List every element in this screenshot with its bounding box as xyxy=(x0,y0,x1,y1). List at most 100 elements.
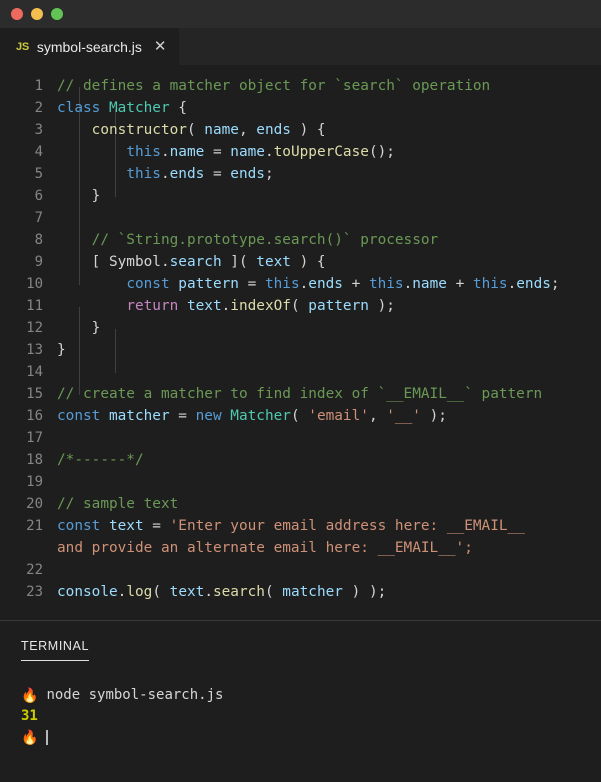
window-controls xyxy=(11,8,63,20)
code-token: . xyxy=(403,276,413,292)
code-token: search xyxy=(169,254,222,270)
code-token: + xyxy=(342,276,369,292)
maximize-window-button[interactable] xyxy=(51,8,63,20)
line-number: 11 xyxy=(26,298,43,314)
code-text: const matcher = new Matcher( 'email', '_… xyxy=(57,405,601,427)
line-number: 1 xyxy=(34,78,43,94)
code-text: [ Symbol.search ]( text ) { xyxy=(57,251,601,273)
code-token: toUpperCase xyxy=(273,144,369,160)
code-token: // sample text xyxy=(57,496,179,512)
terminal-header: TERMINAL xyxy=(21,639,601,661)
code-text: constructor( name, ends ) { xyxy=(57,119,601,141)
code-text: /*------*/ xyxy=(57,449,601,471)
code-text: // `String.prototype.search()` processor xyxy=(57,229,601,251)
code-token: // `String.prototype.search()` processor xyxy=(91,232,439,248)
fire-emoji-icon: 🔥 xyxy=(21,687,39,704)
code-line: 7 xyxy=(0,207,601,229)
code-lines: 1 // defines a matcher object for `search… xyxy=(0,75,601,603)
line-number: 17 xyxy=(26,430,43,446)
code-line: 20 // sample text xyxy=(0,493,601,515)
code-token: Matcher xyxy=(230,408,291,424)
code-token: matcher xyxy=(108,408,170,424)
line-number: 9 xyxy=(34,254,43,270)
tab-symbol-search-js[interactable]: JS symbol-search.js ✕ xyxy=(0,28,180,65)
code-token: . xyxy=(160,166,170,182)
line-number: 22 xyxy=(26,562,43,578)
code-text: // create a matcher to find index of `__… xyxy=(57,383,601,405)
code-token: ) ); xyxy=(342,584,387,600)
code-token: ); xyxy=(420,408,447,424)
code-token: } xyxy=(57,342,66,358)
code-token: ( xyxy=(264,584,283,600)
title-bar xyxy=(0,0,601,28)
code-token: ends xyxy=(230,166,265,182)
code-line: 5 this.ends = ends; xyxy=(0,163,601,185)
code-token: (); xyxy=(368,144,395,160)
code-token: [ xyxy=(57,254,109,270)
terminal-result-value: 31 xyxy=(21,708,38,724)
code-token: = xyxy=(169,408,196,424)
code-token: new xyxy=(195,408,231,424)
line-number: 23 xyxy=(26,584,43,600)
code-token: name xyxy=(204,122,239,138)
minimize-window-button[interactable] xyxy=(31,8,43,20)
code-token: const xyxy=(57,408,109,424)
code-token: // defines a matcher object for `search`… xyxy=(57,78,491,94)
tab-terminal[interactable]: TERMINAL xyxy=(21,639,90,661)
code-token: search xyxy=(212,584,265,600)
terminal-line: 31 xyxy=(21,706,601,727)
code-token: const xyxy=(57,518,109,534)
code-line: 23 console.log( text.search( matcher ) ); xyxy=(0,581,601,603)
code-line: 11 return text.indexOf( pattern ); xyxy=(0,295,601,317)
terminal-output[interactable]: 🔥 node symbol-search.js 31 🔥 xyxy=(21,685,601,748)
code-token: log xyxy=(126,584,153,600)
code-token: = xyxy=(238,276,265,292)
terminal-cursor xyxy=(46,730,49,745)
code-token: . xyxy=(507,276,517,292)
code-token: constructor xyxy=(91,122,187,138)
code-line: 15 // create a matcher to find index of `… xyxy=(0,383,601,405)
terminal-panel[interactable]: TERMINAL 🔥 node symbol-search.js 31 🔥 xyxy=(0,621,601,782)
code-token: , xyxy=(238,122,257,138)
code-token: ) { xyxy=(290,254,326,270)
tab-filename-label: symbol-search.js xyxy=(36,38,142,55)
code-text: const text = 'Enter your email address h… xyxy=(57,515,601,537)
code-line: 3 constructor( name, ends ) { xyxy=(0,119,601,141)
code-token: this xyxy=(472,276,508,292)
code-text: class Matcher { xyxy=(57,97,601,119)
editor-window: JS symbol-search.js ✕ 1 // defines a matc… xyxy=(0,0,601,782)
code-line: 13} xyxy=(0,339,601,361)
code-token: Symbol xyxy=(108,254,161,270)
code-line: 19 xyxy=(0,471,601,493)
code-editor[interactable]: 1 // defines a matcher object for `search… xyxy=(0,65,601,620)
code-token: text xyxy=(108,518,144,534)
code-token: this xyxy=(264,276,300,292)
close-icon[interactable]: ✕ xyxy=(152,37,169,56)
code-token: ; xyxy=(264,166,274,182)
code-token: and provide an alternate email here: __E… xyxy=(57,540,473,556)
code-token: ); xyxy=(368,298,395,314)
code-token: console xyxy=(57,584,118,600)
code-token: class xyxy=(57,100,109,116)
code-token: name xyxy=(169,144,205,160)
code-token: . xyxy=(264,144,274,160)
tab-bar-empty-space xyxy=(179,28,601,65)
code-token: ends xyxy=(256,122,291,138)
code-token: , xyxy=(368,408,387,424)
code-token: ]( xyxy=(221,254,257,270)
line-number: 13 xyxy=(26,342,43,358)
code-token: pattern xyxy=(178,276,239,292)
code-token: this xyxy=(126,166,161,182)
code-token: 'Enter your email address here: __EMAIL_… xyxy=(169,518,525,534)
close-window-button[interactable] xyxy=(11,8,23,20)
code-token: text xyxy=(186,298,222,314)
code-line: 6 } xyxy=(0,185,601,207)
code-text: return text.indexOf( pattern ); xyxy=(57,295,601,317)
code-token: . xyxy=(160,254,170,270)
code-text: // sample text xyxy=(57,493,601,515)
code-token: . xyxy=(299,276,309,292)
code-token: = xyxy=(204,144,231,160)
terminal-line: 🔥 node symbol-search.js xyxy=(21,685,601,706)
